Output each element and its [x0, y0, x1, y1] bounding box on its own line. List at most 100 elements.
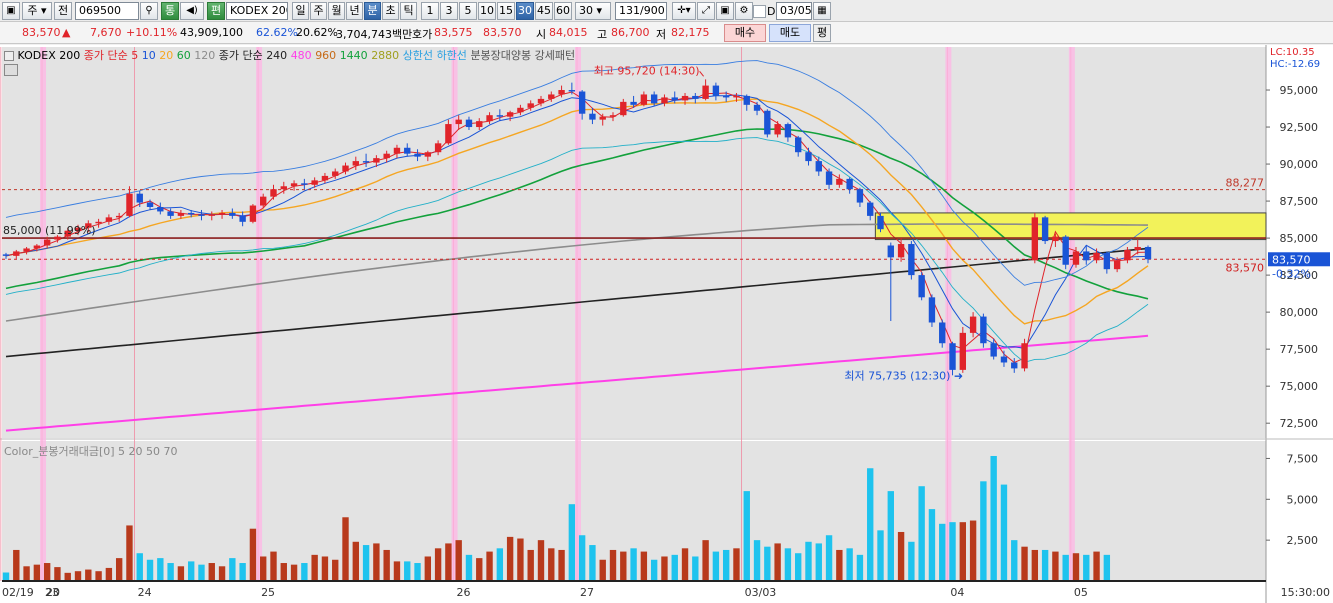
code-input[interactable]: 069500	[75, 2, 139, 20]
candle-body[interactable]	[115, 215, 123, 218]
volume-bar[interactable]	[867, 468, 874, 581]
legend-ma20[interactable]: 20	[159, 49, 173, 62]
candle-body[interactable]	[332, 171, 339, 176]
volume-bar[interactable]	[517, 538, 524, 581]
candle-body[interactable]	[177, 212, 185, 216]
volume-bar[interactable]	[43, 563, 51, 581]
volume-bar[interactable]	[260, 556, 267, 581]
candle-body[interactable]	[1031, 217, 1039, 261]
candle-body[interactable]	[537, 98, 545, 104]
volume-bar[interactable]	[753, 540, 761, 581]
candle-body[interactable]	[33, 245, 41, 249]
candle-body[interactable]	[712, 85, 720, 96]
volume-bar[interactable]	[208, 563, 215, 581]
volume-bar[interactable]	[918, 486, 925, 581]
legend-upper-band[interactable]: 상한선	[403, 49, 433, 62]
candle-body[interactable]	[352, 161, 359, 166]
candle-body[interactable]	[908, 244, 915, 276]
volume-bar[interactable]	[1093, 551, 1100, 581]
volume-bar[interactable]	[1052, 551, 1059, 581]
candle-body[interactable]	[239, 215, 246, 222]
volume-bar[interactable]	[733, 548, 740, 581]
period-tick[interactable]: 틱	[400, 2, 417, 20]
candle-body[interactable]	[548, 94, 555, 99]
d-checkbox[interactable]	[753, 5, 766, 18]
candle-body[interactable]	[146, 202, 154, 207]
legend-ma120[interactable]: 120	[194, 49, 215, 62]
candle-body[interactable]	[959, 332, 967, 370]
candle-body[interactable]	[527, 103, 534, 108]
candle-body[interactable]	[476, 121, 483, 128]
candle-body[interactable]	[722, 95, 730, 98]
interval-60[interactable]: 60	[554, 2, 572, 20]
candle-body[interactable]	[609, 115, 617, 117]
volume-bar[interactable]	[928, 509, 936, 581]
interval-15[interactable]: 15	[497, 2, 515, 20]
volume-bar[interactable]	[990, 455, 997, 581]
volume-bar[interactable]	[126, 525, 133, 581]
volume-bar[interactable]	[1021, 546, 1028, 581]
candle-body[interactable]	[867, 202, 874, 216]
volume-bar[interactable]	[506, 536, 514, 581]
candle-body[interactable]	[692, 95, 699, 99]
period-month[interactable]: 월	[328, 2, 345, 20]
stock-tab-button[interactable]: 통	[161, 2, 179, 20]
legend-pattern[interactable]: 분봉장대양봉 강세패턴	[470, 49, 575, 62]
volume-bar[interactable]	[373, 543, 380, 581]
candle-body[interactable]	[455, 119, 462, 125]
interval-45[interactable]: 45	[535, 2, 553, 20]
volume-bar[interactable]	[650, 559, 658, 581]
candle-body[interactable]	[774, 124, 781, 135]
volume-bar[interactable]	[352, 541, 359, 581]
candle-body[interactable]	[1144, 246, 1152, 260]
volume-bar[interactable]	[877, 530, 884, 581]
grid-settings-icon[interactable]	[4, 64, 18, 76]
interval-10[interactable]: 10	[478, 2, 496, 20]
interval-5[interactable]: 5	[459, 2, 477, 20]
volume-bar[interactable]	[414, 563, 421, 581]
volume-bar[interactable]	[681, 548, 689, 581]
volume-bar[interactable]	[33, 564, 41, 581]
volume-bar[interactable]	[609, 549, 617, 581]
volume-bar[interactable]	[630, 548, 637, 581]
prev-button[interactable]: 전	[54, 2, 72, 20]
volume-bar[interactable]	[661, 556, 668, 581]
volume-bar[interactable]	[311, 554, 318, 581]
candle-body[interactable]	[465, 119, 473, 128]
candle-body[interactable]	[825, 171, 833, 185]
candle-body[interactable]	[1103, 252, 1111, 270]
candle-body[interactable]	[517, 107, 524, 113]
candle-body[interactable]	[187, 212, 195, 215]
period-week[interactable]: 주	[310, 2, 327, 20]
candle-body[interactable]	[620, 101, 627, 116]
volume-bar[interactable]	[959, 522, 967, 581]
candle-body[interactable]	[578, 91, 586, 114]
candle-body[interactable]	[1093, 252, 1100, 261]
volume-bar[interactable]	[836, 549, 843, 581]
volume-bar[interactable]	[558, 549, 565, 581]
candle-body[interactable]	[424, 152, 432, 157]
legend-lower-band[interactable]: 하한선	[437, 49, 467, 62]
volume-bar[interactable]	[712, 551, 720, 581]
volume-bar[interactable]	[229, 558, 236, 581]
volume-bar[interactable]	[1072, 553, 1080, 581]
volume-bar[interactable]	[136, 553, 143, 581]
candle-body[interactable]	[980, 316, 987, 344]
candle-body[interactable]	[1062, 236, 1069, 265]
candle-body[interactable]	[897, 244, 905, 258]
legend-ma960[interactable]: 960	[315, 49, 336, 62]
volume-bar[interactable]	[342, 517, 349, 581]
volume-bar[interactable]	[949, 522, 956, 581]
candle-body[interactable]	[2, 254, 10, 256]
volume-bar[interactable]	[218, 566, 226, 581]
price-chart-svg[interactable]: 95,00092,50090,00087,50085,00082,50080,0…	[0, 45, 1333, 603]
volume-bar[interactable]	[157, 558, 164, 581]
volume-bar[interactable]	[445, 543, 452, 581]
layout-icon[interactable]: ▣	[2, 2, 20, 20]
period-type-select[interactable]: 주 ▾	[22, 2, 52, 20]
volume-bar[interactable]	[239, 563, 246, 581]
candle-body[interactable]	[13, 251, 20, 256]
candle-body[interactable]	[404, 147, 411, 154]
period-second[interactable]: 초	[382, 2, 399, 20]
volume-bar[interactable]	[980, 481, 987, 581]
